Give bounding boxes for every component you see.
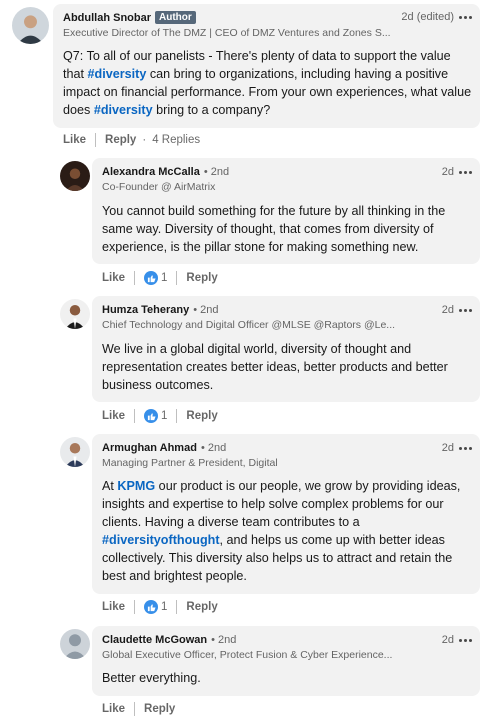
comment-author[interactable]: Alexandra McCalla • 2nd xyxy=(102,166,229,178)
comment-text: Q7: To all of our panelists - There's pl… xyxy=(63,47,473,119)
more-options-icon[interactable] xyxy=(459,308,472,312)
comment-actions: Like 1 Reply xyxy=(102,271,218,285)
connection-degree: • 2nd xyxy=(211,634,237,646)
avatar[interactable] xyxy=(12,7,49,44)
comment-actions: Like 1 Reply xyxy=(102,409,218,423)
timestamp: 2d (edited) xyxy=(401,11,454,23)
like-button[interactable]: Like xyxy=(102,272,125,284)
comment-actions: Like Reply · 4 Replies xyxy=(63,133,200,147)
reply-button[interactable]: Reply xyxy=(144,703,175,715)
author-headline: Global Executive Officer, Protect Fusion… xyxy=(102,649,393,661)
comment-time: 2d xyxy=(442,304,472,316)
comment-text-segment: Better everything. xyxy=(102,671,201,685)
more-options-icon[interactable] xyxy=(459,638,472,642)
reaction-summary[interactable]: 1 xyxy=(144,271,167,285)
reply-button[interactable]: Reply xyxy=(186,410,217,422)
divider xyxy=(176,600,178,614)
author-headline: Managing Partner & President, Digital xyxy=(102,457,278,469)
reply-button[interactable]: Reply xyxy=(105,134,136,146)
replies-count-link[interactable]: 4 Replies xyxy=(152,134,200,146)
divider xyxy=(95,133,97,147)
comment-text: Better everything. xyxy=(102,669,470,687)
like-reaction-icon xyxy=(144,271,159,285)
avatar[interactable] xyxy=(60,299,90,329)
more-options-icon[interactable] xyxy=(459,170,472,174)
hashtag-link[interactable]: #diversity xyxy=(94,103,153,117)
comment-text: At KPMG our product is our people, we gr… xyxy=(102,477,470,585)
like-button[interactable]: Like xyxy=(102,703,125,715)
like-button[interactable]: Like xyxy=(63,134,86,146)
author-name[interactable]: Humza Teherany xyxy=(102,304,189,316)
comment-text-segment: bring to a company? xyxy=(152,103,271,117)
author-name[interactable]: Alexandra McCalla xyxy=(102,166,200,178)
reaction-count: 1 xyxy=(161,272,168,284)
divider xyxy=(134,702,136,716)
comment-author[interactable]: Abdullah Snobar Author xyxy=(63,11,196,24)
comment-text-segment: our product is our people, we grow by pr… xyxy=(102,479,461,529)
comment-text-segment: You cannot build something for the futur… xyxy=(102,204,446,254)
avatar[interactable] xyxy=(60,437,90,467)
timestamp: 2d xyxy=(441,634,454,646)
author-name[interactable]: Armughan Ahmad xyxy=(102,442,197,454)
reply-button[interactable]: Reply xyxy=(186,601,217,613)
timestamp: 2d xyxy=(441,166,454,178)
comment-text-segment: At xyxy=(102,479,118,493)
reply-button[interactable]: Reply xyxy=(186,272,217,284)
comment-author[interactable]: Armughan Ahmad • 2nd xyxy=(102,442,226,454)
avatar[interactable] xyxy=(60,629,90,659)
timestamp: 2d xyxy=(441,442,454,454)
comment-actions: Like Reply xyxy=(102,702,175,716)
like-reaction-icon xyxy=(144,600,159,614)
author-name[interactable]: Abdullah Snobar xyxy=(63,12,151,24)
comment-author[interactable]: Claudette McGowan • 2nd xyxy=(102,634,236,646)
comment-time: 2d xyxy=(442,442,472,454)
divider xyxy=(176,271,178,285)
comment-actions: Like 1 Reply xyxy=(102,600,218,614)
comment-text: We live in a global digital world, diver… xyxy=(102,340,470,394)
divider xyxy=(134,600,136,614)
comment-text-segment: We live in a global digital world, diver… xyxy=(102,342,448,392)
reaction-summary[interactable]: 1 xyxy=(144,600,167,614)
comment-time: 2d xyxy=(442,166,472,178)
reaction-summary[interactable]: 1 xyxy=(144,409,167,423)
comment-author[interactable]: Humza Teherany • 2nd xyxy=(102,304,218,316)
comment-time: 2d xyxy=(442,634,472,646)
author-badge: Author xyxy=(155,11,196,24)
comment-text: You cannot build something for the futur… xyxy=(102,202,470,256)
more-options-icon[interactable] xyxy=(459,446,472,450)
reaction-count: 1 xyxy=(161,601,168,613)
connection-degree: • 2nd xyxy=(200,442,227,454)
dot-separator: · xyxy=(142,134,147,146)
author-headline: Co-Founder @ AirMatrix xyxy=(102,181,216,193)
more-options-icon[interactable] xyxy=(459,15,472,19)
connection-degree: • 2nd xyxy=(203,166,230,178)
author-headline: Executive Director of The DMZ | CEO of D… xyxy=(63,27,391,39)
divider xyxy=(134,409,136,423)
timestamp: 2d xyxy=(441,304,454,316)
author-name[interactable]: Claudette McGowan xyxy=(102,634,207,646)
reaction-count: 1 xyxy=(161,410,168,422)
avatar[interactable] xyxy=(60,161,90,191)
author-headline: Chief Technology and Digital Officer @ML… xyxy=(102,319,396,331)
connection-degree: • 2nd xyxy=(193,304,219,316)
like-button[interactable]: Like xyxy=(102,601,125,613)
like-reaction-icon xyxy=(144,409,159,423)
hashtag-link[interactable]: KPMG xyxy=(117,479,155,493)
divider xyxy=(134,271,136,285)
like-button[interactable]: Like xyxy=(102,410,125,422)
hashtag-link[interactable]: #diversity xyxy=(88,67,147,81)
divider xyxy=(176,409,178,423)
comment-time: 2d (edited) xyxy=(401,11,472,23)
hashtag-link[interactable]: #diversityofthought xyxy=(102,533,220,547)
